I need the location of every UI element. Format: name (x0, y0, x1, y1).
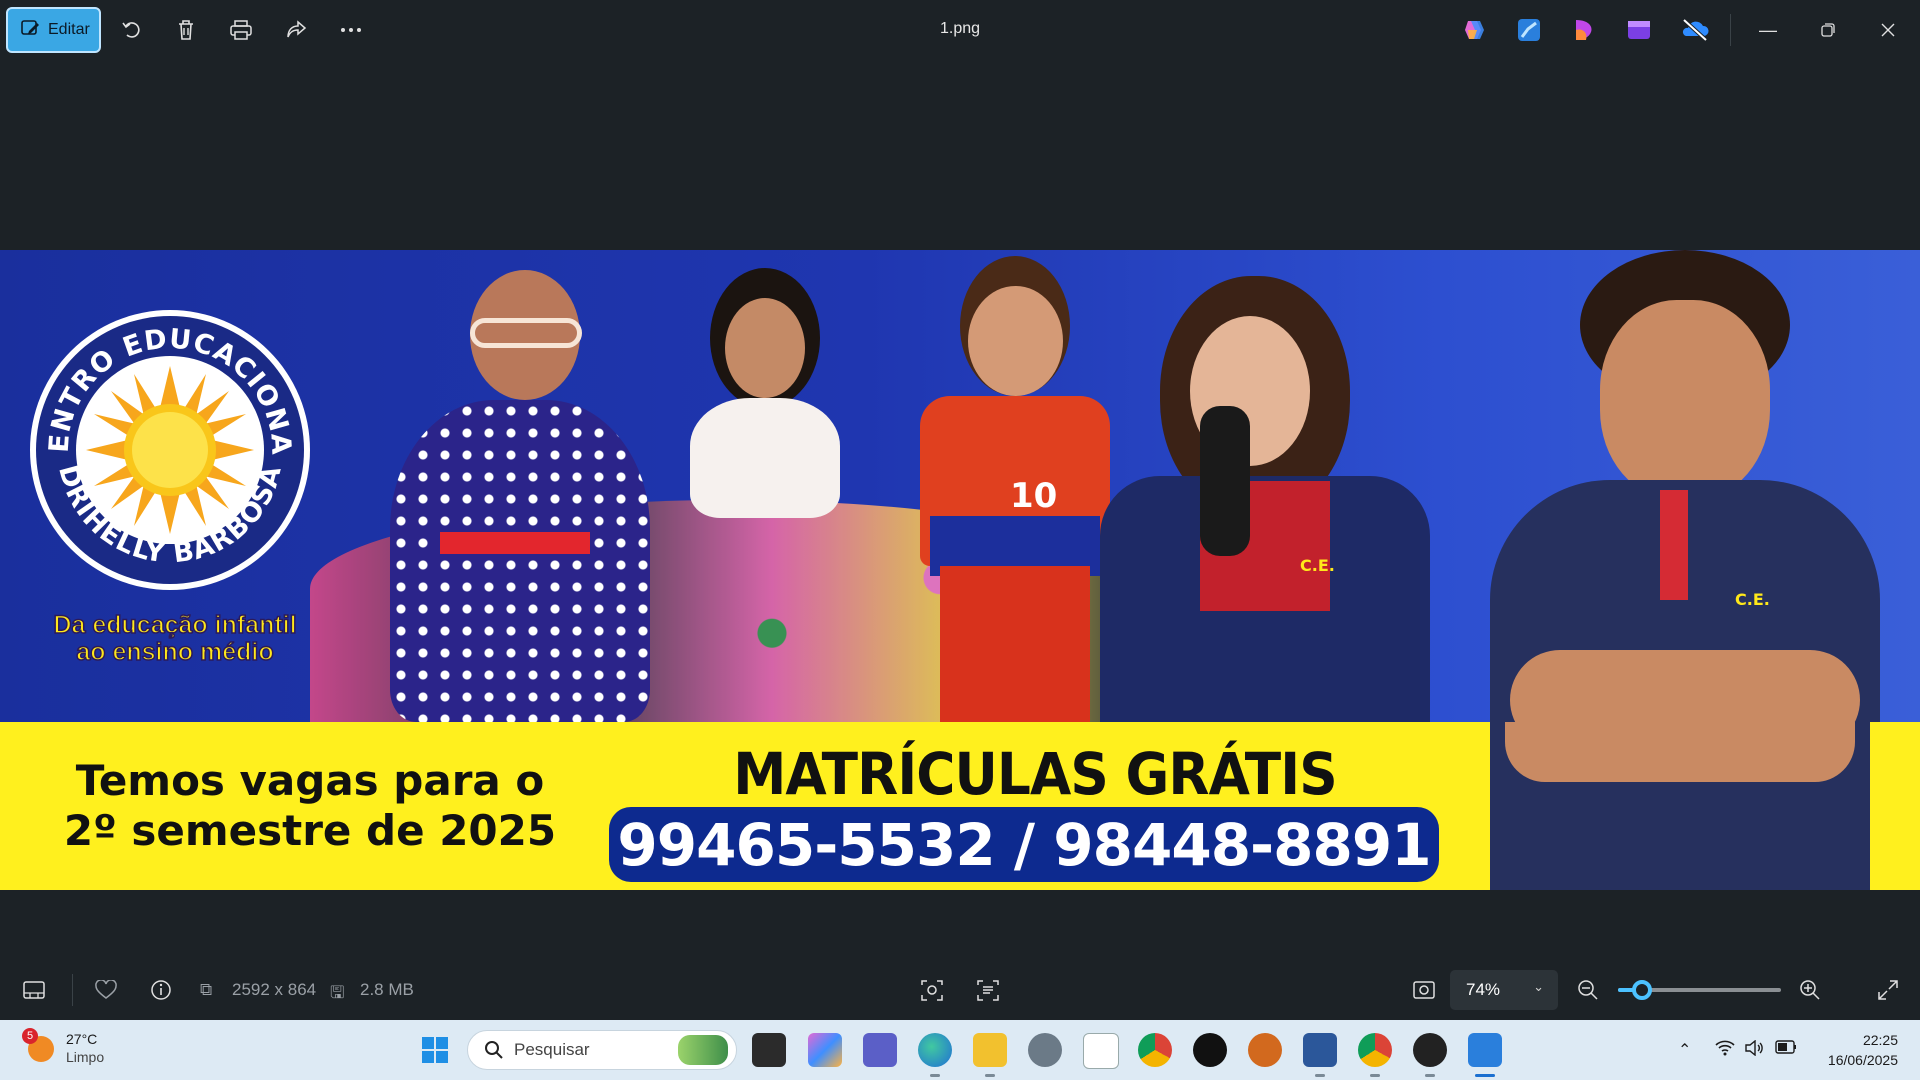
search-placeholder: Pesquisar (514, 1040, 590, 1059)
visual-search-icon[interactable] (916, 974, 948, 1006)
clock-time: 22:25 (1862, 1032, 1898, 1048)
volume-icon[interactable] (1745, 1039, 1765, 1061)
search-highlight-icon (678, 1035, 728, 1065)
logo-tagline-line2: ao ensino médio (76, 638, 275, 667)
word-icon[interactable] (1303, 1033, 1337, 1067)
file-size-icon: 🖫 (330, 983, 345, 1002)
logo-tagline: Da educação infantil ao ensino médio (30, 611, 320, 667)
vacancy-line1: Temos vagas para o (75, 756, 545, 805)
taskbar: 5 27°C Limpo Pesquisar ⌃ 22:25 16/06/202… (0, 1020, 1920, 1080)
girl-white-blouse-photo (680, 268, 840, 568)
wifi-icon[interactable] (1715, 1040, 1735, 1061)
phone-numbers: 99465-5532 / 98448-8891 (609, 807, 1439, 882)
chrome-icon[interactable] (1138, 1033, 1172, 1067)
chrome-running-indicator (1370, 1074, 1380, 1077)
copilot-taskbar-icon[interactable] (808, 1033, 842, 1067)
minimize-icon[interactable]: — (1754, 16, 1782, 44)
info-icon[interactable] (145, 974, 177, 1006)
battery-icon[interactable] (1775, 1040, 1797, 1059)
tiktok-icon[interactable] (1193, 1033, 1227, 1067)
task-view-icon[interactable] (752, 1033, 786, 1067)
boy-red-jersey-photo: 10 (880, 256, 1130, 722)
explorer-running-indicator (985, 1074, 995, 1077)
edge-icon[interactable] (918, 1033, 952, 1067)
girl-polka-dress-photo (350, 270, 700, 722)
close-icon[interactable] (1874, 16, 1902, 44)
system-clock[interactable]: 22:25 16/06/2025 (1828, 1030, 1898, 1070)
girl-microphone-photo: C.E. (1100, 276, 1440, 722)
clock-date: 16/06/2025 (1827, 1052, 1898, 1068)
photos-active-indicator (1475, 1074, 1495, 1077)
dimensions-icon: ⧉ (200, 980, 213, 999)
fit-to-window-icon[interactable] (1408, 974, 1440, 1006)
player-running-indicator (1425, 1074, 1435, 1077)
restore-icon[interactable] (1814, 16, 1842, 44)
show-hidden-icons-icon[interactable]: ⌃ (1678, 1040, 1691, 1060)
zoom-slider[interactable] (1618, 980, 1781, 1000)
banner-image: CENTRO EDUCACIONAL DRIHELLY BARBOSA Da e… (0, 250, 1920, 890)
teams-icon[interactable] (863, 1033, 897, 1067)
uniform-badge-girl: C.E. (1300, 556, 1335, 575)
weather-condition: Limpo (66, 1049, 105, 1065)
zoom-value: 74% (1466, 980, 1501, 999)
file-explorer-icon[interactable] (973, 1033, 1007, 1067)
toolbar-divider (1730, 14, 1731, 46)
jersey-number: 10 (1010, 476, 1058, 516)
windows-start-icon[interactable] (418, 1033, 452, 1067)
image-canvas[interactable]: CENTRO EDUCACIONAL DRIHELLY BARBOSA Da e… (0, 60, 1920, 960)
zoom-dropdown[interactable]: 74% ⌄ (1450, 970, 1558, 1010)
chevron-down-icon: ⌄ (1533, 979, 1544, 994)
image-dimensions: 2592 x 864 (232, 980, 317, 999)
weather-badge: 5 (22, 1028, 38, 1044)
file-size: 2.8 MB (360, 980, 414, 999)
photos-app-icon[interactable] (1468, 1033, 1502, 1067)
vacancy-text: Temos vagas para o 2º semestre de 2025 (40, 756, 580, 856)
uniform-badge-boy: C.E. (1735, 590, 1770, 609)
top-toolbar: Editar 1.png — (0, 0, 1920, 60)
weather-widget[interactable]: 5 27°C Limpo (22, 1028, 105, 1066)
zoom-in-icon[interactable] (1794, 974, 1826, 1006)
settings-gear-icon[interactable] (1028, 1033, 1062, 1067)
zoom-out-icon[interactable] (1572, 974, 1604, 1006)
status-bar: ⧉ 2592 x 864 🖫 2.8 MB 74% ⌄ (0, 960, 1920, 1020)
notepad-icon[interactable] (1083, 1033, 1119, 1069)
baseball-glove-icon[interactable] (1248, 1033, 1282, 1067)
zoom-slider-thumb[interactable] (1632, 980, 1653, 1000)
weather-temp: 27°C (66, 1031, 98, 1047)
search-icon (485, 1041, 503, 1059)
filmstrip-icon[interactable] (18, 974, 50, 1006)
headline: MATRÍCULAS GRÁTIS (733, 740, 1337, 808)
boy-arms-crossed-hands (1505, 722, 1855, 782)
photos-editor-icon[interactable] (1515, 16, 1543, 44)
word-running-indicator (1315, 1074, 1325, 1077)
onedrive-icon[interactable] (1680, 16, 1709, 44)
designer-icon[interactable] (1570, 16, 1598, 44)
logo-tagline-line1: Da educação infantil (53, 611, 298, 640)
clipchamp-icon[interactable] (1625, 16, 1653, 44)
media-player-icon[interactable] (1413, 1033, 1447, 1067)
fullscreen-icon[interactable] (1872, 974, 1904, 1006)
favorite-icon[interactable] (90, 974, 122, 1006)
edge-running-indicator (930, 1074, 940, 1077)
chrome-profile-icon[interactable] (1358, 1033, 1392, 1067)
text-scan-icon[interactable] (972, 974, 1004, 1006)
school-logo: CENTRO EDUCACIONAL DRIHELLY BARBOSA (28, 308, 310, 590)
status-divider (72, 974, 73, 1006)
copilot-icon[interactable] (1460, 16, 1488, 44)
vacancy-line2: 2º semestre de 2025 (63, 806, 557, 855)
weather-sun-icon: 5 (22, 1028, 56, 1064)
taskbar-search[interactable]: Pesquisar (467, 1030, 737, 1070)
